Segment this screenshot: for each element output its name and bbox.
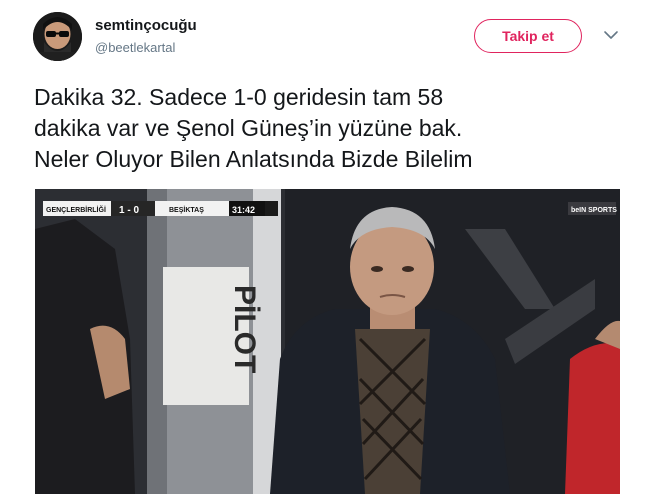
avatar-image <box>33 12 82 61</box>
tweet-text: Dakika 32. Sadece 1-0 geridesin tam 58 d… <box>34 82 634 175</box>
tweet-text-line: Dakika 32. Sadece 1-0 geridesin tam 58 <box>34 84 444 110</box>
scorebug-away-team: BEŞİKTAŞ <box>169 206 204 214</box>
tweet-media-photo[interactable]: PİLOT GENÇLERBİRLİĞİ 1 - 0 BEŞİKTAŞ 31:4… <box>35 189 620 494</box>
scorebug-clock: 31:42 <box>232 205 255 215</box>
user-handle[interactable]: @beetlekartal <box>95 40 175 55</box>
board-text: PİLOT <box>228 285 261 373</box>
tweet-header: semtinçocuğu @beetlekartal Takip et <box>33 12 633 64</box>
tweet-text-line: Neler Oluyor Bilen Anlatsında Bizde Bile… <box>34 146 473 172</box>
chevron-down-icon[interactable] <box>603 27 619 43</box>
match-photo: PİLOT GENÇLERBİRLİĞİ 1 - 0 BEŞİKTAŞ 31:4… <box>35 189 620 494</box>
scorebug-score: 1 - 0 <box>119 205 139 216</box>
display-name[interactable]: semtinçocuğu <box>95 17 197 34</box>
tweet-text-line: dakika var ve Şenol Güneş’in yüzüne bak. <box>34 115 463 141</box>
broadcaster-logo: beIN SPORTS <box>571 207 617 214</box>
avatar[interactable] <box>33 12 82 61</box>
follow-button[interactable]: Takip et <box>474 19 582 53</box>
scorebug-home-team: GENÇLERBİRLİĞİ <box>46 205 106 214</box>
